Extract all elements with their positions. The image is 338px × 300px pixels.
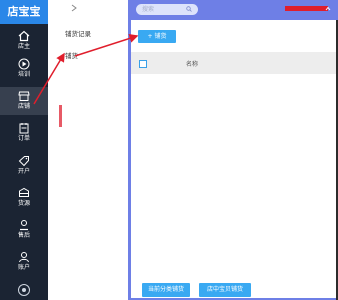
sub-item-distribution-records[interactable]: 铺货记录 xyxy=(65,28,91,38)
select-all-checkbox[interactable] xyxy=(139,60,147,68)
sidebar-item-supply[interactable]: 货源 xyxy=(0,184,48,212)
chevron-right-icon[interactable] xyxy=(70,4,78,12)
sidebar-item-label: 开户 xyxy=(17,168,30,175)
distribute-current-category-button[interactable]: 当前分类铺货 xyxy=(142,283,190,297)
sidebar-item-label: 售后 xyxy=(17,232,30,239)
sidebar-item-owner[interactable]: 店主 xyxy=(0,27,48,55)
sidebar-item-label: 店铺 xyxy=(17,103,30,110)
column-header-name: 名称 xyxy=(186,61,199,68)
box-icon xyxy=(19,187,29,197)
search-icon[interactable] xyxy=(186,6,192,12)
sidebar-item-label: 店主 xyxy=(17,43,30,50)
sidebar-item-after-sales[interactable]: 售后 xyxy=(0,216,48,244)
active-indicator xyxy=(59,105,62,127)
home-icon xyxy=(18,30,30,42)
sidebar-item-open-account[interactable]: 开户 xyxy=(0,152,48,180)
sidebar-item-label: 账户 xyxy=(17,264,30,271)
user-name-redacted[interactable] xyxy=(285,6,328,11)
tag-icon xyxy=(18,156,29,167)
sidebar-item-orders[interactable]: 订单 xyxy=(0,119,48,147)
sub-item-distribute[interactable]: 铺货 xyxy=(65,50,78,60)
chevron-up-icon[interactable] xyxy=(325,6,331,11)
service-icon xyxy=(20,220,28,231)
store-icon xyxy=(18,91,30,101)
add-distribution-button[interactable]: + 铺货 xyxy=(138,30,176,43)
sidebar-item-label: 订单 xyxy=(17,135,30,142)
table-header xyxy=(131,52,338,74)
sub-navigation-panel xyxy=(48,0,129,300)
sidebar-item-store[interactable]: 店铺 xyxy=(0,87,48,115)
orders-icon xyxy=(19,123,29,134)
distribute-store-items-button[interactable]: 店中宝贝铺货 xyxy=(199,283,251,297)
sidebar-item-label: 货源 xyxy=(17,200,30,207)
app-logo[interactable]: 店宝宝 xyxy=(0,0,48,24)
sidebar-item-label: 培训 xyxy=(17,71,30,78)
sidebar-item-training[interactable]: 培训 xyxy=(0,55,48,83)
play-icon xyxy=(18,58,30,70)
sidebar-item-account[interactable]: 账户 xyxy=(0,248,48,276)
account-icon xyxy=(19,252,29,263)
settings-icon[interactable] xyxy=(18,284,30,296)
